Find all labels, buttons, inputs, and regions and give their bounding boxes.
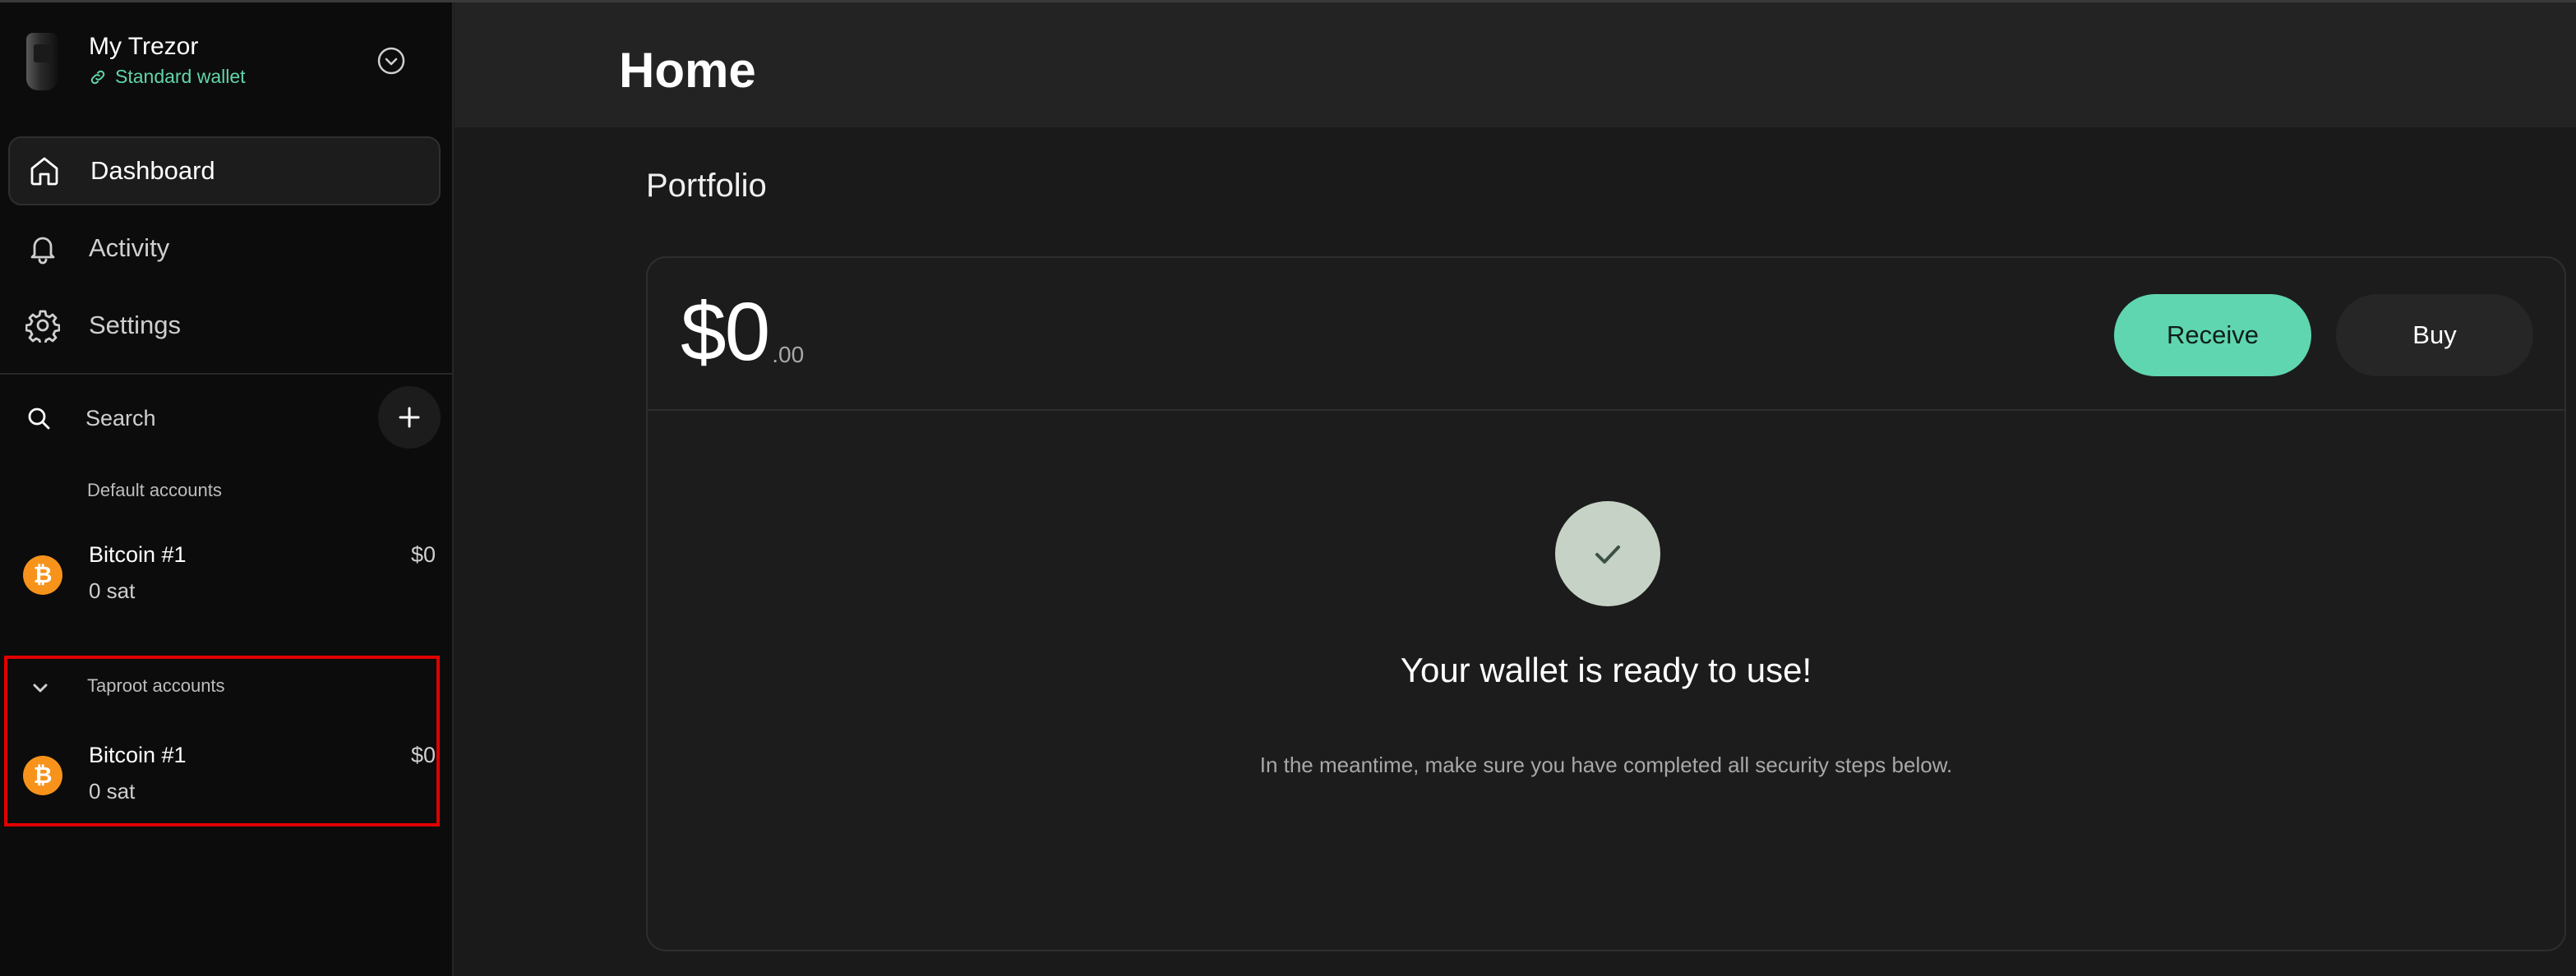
portfolio-balance: $0 .00 [681,291,804,373]
portfolio-card-header: $0 .00 Receive Buy [648,258,2564,411]
device-switcher[interactable]: My Trezor Standard wallet [0,0,454,123]
default-accounts-title: Default accounts [87,480,222,500]
balance-integer: $0 [681,286,770,378]
app-root: My Trezor Standard wallet Dashboard Acti… [0,0,2576,976]
receive-button[interactable]: Receive [2114,294,2311,376]
nav-activity[interactable]: Activity [8,214,441,283]
account-fiat: $0 [410,542,436,567]
portfolio-card: $0 .00 Receive Buy Your wallet is ready … [646,256,2566,951]
wallet-ready-title: Your wallet is ready to use! [1400,651,1812,689]
search-label: Search [85,406,156,430]
bitcoin-icon: ₿ [23,555,62,595]
account-name: Bitcoin #1 [89,542,187,567]
search-icon [28,407,50,430]
page-title: Home [619,43,756,98]
home-icon [26,153,62,189]
add-account-button[interactable] [378,386,441,449]
link-icon [90,70,105,84]
page-header: Home [455,2,2576,127]
chevron-down-circle-icon[interactable] [376,46,406,76]
window-top-border [0,0,2576,2]
plus-icon [399,407,420,428]
device-name: My Trezor [89,33,199,60]
gear-icon [25,307,61,343]
wallet-type: Standard wallet [89,66,246,88]
wallet-ready-subtitle: In the meantime, make sure you have comp… [1259,753,1953,777]
bell-icon [25,230,61,266]
nav-settings[interactable]: Settings [8,291,441,360]
account-amount: 0 sat [89,578,136,603]
wallet-type-label: Standard wallet [115,66,246,87]
nav-dashboard-label: Dashboard [90,156,215,185]
nav-settings-label: Settings [89,311,182,339]
buy-button[interactable]: Buy [2336,294,2533,376]
sidebar-divider [0,373,454,375]
portfolio-title: Portfolio [646,168,767,204]
balance-decimal: .00 [772,342,805,367]
highlight-annotation-box [4,656,440,826]
account-item-default-bitcoin-1[interactable]: ₿ Bitcoin #1 0 sat $0 [8,537,436,611]
nav-dashboard[interactable]: Dashboard [8,136,441,205]
nav-activity-label: Activity [89,233,170,262]
sidebar: My Trezor Standard wallet Dashboard Acti… [0,0,454,976]
trezor-device-icon [26,33,58,90]
check-icon [1555,501,1660,606]
